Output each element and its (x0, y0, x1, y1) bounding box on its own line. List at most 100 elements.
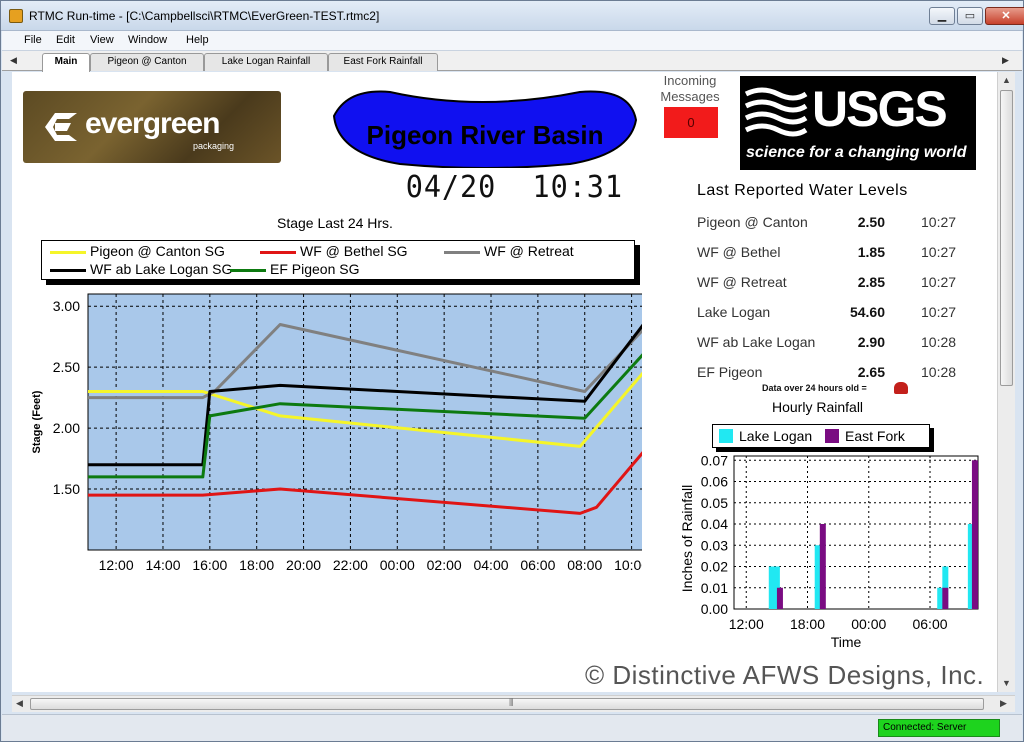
station-name: WF ab Lake Logan (697, 334, 816, 350)
y-tick-label: 2.00 (53, 420, 80, 436)
menu-edit[interactable]: Edit (56, 34, 75, 46)
tab-scroll-left-icon[interactable]: ◀ (10, 55, 17, 66)
stage-value: 2.85 (857, 274, 885, 290)
report-time: 10:27 (921, 274, 957, 290)
usgs-wordmark: USGS (812, 81, 948, 137)
water-level-row: WF ab Lake Logan 2.90 10:28 (697, 334, 972, 354)
alarm-light-icon (894, 382, 908, 394)
legend-swatch-east-fork (825, 429, 839, 443)
usgs-waves-icon (744, 87, 808, 137)
rain-y-tick-label: 0.01 (701, 580, 728, 596)
station-name: WF @ Retreat (697, 274, 787, 290)
menu-bar: File Edit View Window Help (2, 31, 1022, 51)
legend-canton: Pigeon @ Canton SG (90, 243, 225, 259)
tab-main[interactable]: Main (42, 53, 90, 72)
tab-lake-logan-rainfall[interactable]: Lake Logan Rainfall (204, 53, 328, 71)
status-bar: Connected: Server (2, 714, 1022, 741)
rain-bar-east_fork_rain (776, 587, 783, 609)
water-level-row: WF @ Retreat 2.85 10:27 (697, 274, 972, 294)
tab-scroll-right-icon[interactable]: ▶ (1002, 55, 1009, 66)
date-time-display: 04/20 10:31 (406, 170, 623, 205)
app-window: RTMC Run-time - [C:\Campbellsci\RTMC\Eve… (0, 0, 1024, 742)
x-tick-label: 18:00 (239, 557, 274, 573)
horizontal-scroll-thumb[interactable]: ⦀ (30, 698, 984, 710)
dashboard-canvas: evergreen packaging Pigeon River Basin 0… (12, 72, 997, 692)
legend-bethel: WF @ Bethel SG (300, 243, 408, 259)
rain-y-tick-label: 0.02 (701, 559, 728, 575)
scroll-grip-icon: ⦀ (509, 698, 514, 709)
rain-bar-lake_logan_rain (768, 566, 775, 609)
stage-value: 2.65 (857, 364, 885, 380)
scroll-left-icon[interactable]: ◀ (16, 698, 23, 709)
title-bar: RTMC Run-time - [C:\Campbellsci\RTMC\Eve… (1, 1, 1024, 31)
legend-swatch-efpigeon (230, 269, 266, 272)
tab-pigeon-canton[interactable]: Pigeon @ Canton (90, 53, 204, 71)
station-name: EF Pigeon (697, 364, 763, 380)
menu-window[interactable]: Window (128, 34, 167, 46)
rain-bar-lake_logan_rain (937, 587, 944, 609)
station-name: Lake Logan (697, 304, 771, 320)
vertical-scrollbar[interactable]: ▲ ▼ (997, 72, 1015, 692)
water-level-row: EF Pigeon 2.65 10:28 (697, 364, 972, 384)
vertical-scroll-thumb[interactable] (1000, 90, 1013, 386)
close-button[interactable]: ✕ (985, 7, 1024, 25)
rain-legend: Lake Logan East Fork (712, 424, 930, 448)
y-axis-label: Stage (Feet) (31, 390, 43, 453)
minimize-button[interactable]: ▁ (929, 7, 955, 25)
usgs-tagline: science for a changing world (746, 144, 967, 161)
menu-view[interactable]: View (90, 34, 114, 46)
rain-y-tick-label: 0.07 (701, 452, 728, 468)
x-tick-label: 02:00 (427, 557, 462, 573)
rain-bar-east_fork_rain (942, 587, 949, 609)
menu-help[interactable]: Help (186, 34, 209, 46)
x-tick-label: 22:00 (333, 557, 368, 573)
water-level-row: WF @ Bethel 1.85 10:27 (697, 244, 972, 264)
rain-y-axis-label: Inches of Rainfall (679, 485, 695, 592)
tab-east-fork-rainfall[interactable]: East Fork Rainfall (328, 53, 438, 71)
copyright-text: © Distinctive AFWS Designs, Inc. (585, 660, 985, 690)
scroll-up-icon[interactable]: ▲ (1002, 75, 1011, 85)
legend-retreat: WF @ Retreat (484, 243, 574, 259)
scroll-right-icon[interactable]: ▶ (1000, 698, 1007, 709)
report-time: 10:27 (921, 214, 957, 230)
legend-swatch-retreat (444, 251, 480, 254)
y-tick-label: 2.50 (53, 359, 80, 375)
stage-chart: 12:00 14:00 16:00 18:00 20:00 22:00 00:00 02:00… (31, 293, 642, 573)
rain-bar-lake_logan_rain (814, 545, 821, 609)
scroll-down-icon[interactable]: ▼ (1002, 678, 1011, 688)
menu-file[interactable]: File (24, 34, 42, 46)
legend-swatch-ablogan (50, 269, 86, 272)
stage-legend: Pigeon @ Canton SG WF @ Bethel SG WF @ R… (41, 240, 635, 280)
legend-east-fork: East Fork (845, 428, 905, 444)
x-tick-label: 10:00 (614, 557, 642, 573)
evergreen-logo: evergreen packaging (23, 91, 281, 163)
maximize-button[interactable]: ▭ (957, 7, 983, 25)
clock-value: 04/20 10:31 (405, 170, 624, 205)
incoming-messages-count[interactable]: 0 (664, 107, 718, 138)
window-title: RTMC Run-time - [C:\Campbellsci\RTMC\Eve… (29, 9, 380, 23)
stage-value: 2.90 (857, 334, 885, 350)
horizontal-scrollbar[interactable]: ◀ ⦀ ▶ (12, 695, 1015, 712)
rain-y-tick-label: 0.00 (701, 601, 728, 617)
evergreen-wordmark: evergreen (85, 107, 220, 140)
rain-y-tick-label: 0.03 (701, 537, 728, 553)
x-tick-label: 00:00 (380, 557, 415, 573)
rain-x-tick-label: 12:00 (729, 616, 764, 632)
last-reported-title: Last Reported Water Levels (697, 182, 908, 199)
legend-swatch-lake-logan (719, 429, 733, 443)
water-level-row: Lake Logan 54.60 10:27 (697, 304, 972, 324)
legend-swatch-canton (50, 251, 86, 254)
evergreen-subtext: packaging (193, 141, 235, 151)
rain-chart: 0.07 0.06 0.05 0.04 0.03 0.02 0.01 0.0012:00 18:… (679, 452, 979, 650)
tab-bar: ◀ Main Pigeon @ Canton Lake Logan Rainfa… (2, 51, 1022, 72)
app-icon (9, 9, 23, 23)
x-tick-label: 14:00 (145, 557, 180, 573)
rain-x-tick-label: 00:00 (851, 616, 886, 632)
x-tick-label: 20:00 (286, 557, 321, 573)
rain-x-axis-label: Time (831, 634, 862, 650)
legend-swatch-bethel (260, 251, 296, 254)
stage-value: 54.60 (849, 304, 885, 320)
report-time: 10:27 (921, 244, 957, 260)
connection-status: Connected: Server (878, 719, 1000, 737)
report-time: 10:27 (921, 304, 957, 320)
